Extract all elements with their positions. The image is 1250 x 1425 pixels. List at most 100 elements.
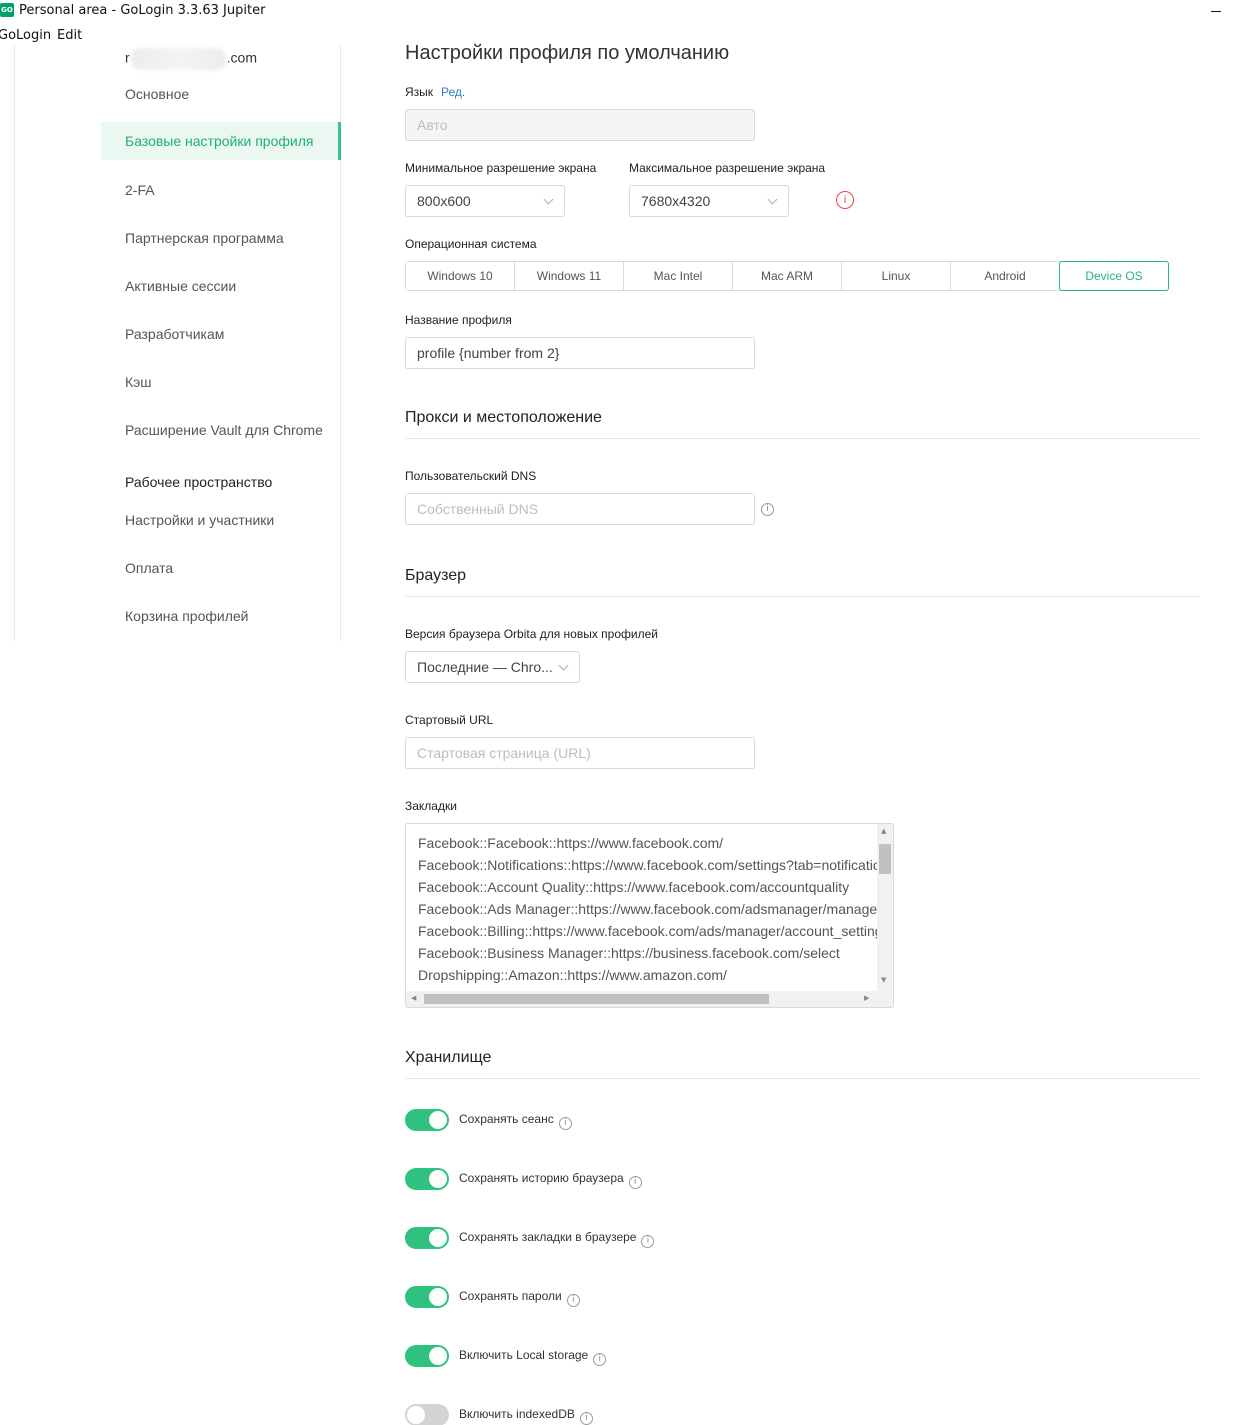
divider bbox=[405, 1078, 1200, 1079]
start-url-input[interactable] bbox=[405, 737, 755, 769]
profile-name-label: Название профиля bbox=[405, 313, 512, 327]
sidebar-item-base-profile-settings[interactable]: Базовые настройки профиля bbox=[101, 122, 341, 160]
email-end: .com bbox=[226, 49, 258, 66]
bookmark-line: Facebook::Account Quality::https://www.f… bbox=[418, 879, 850, 895]
bookmark-line: Facebook::Facebook::https://www.facebook… bbox=[418, 835, 724, 851]
bookmark-line: Dropshipping::Amazon::https://www.amazon… bbox=[418, 967, 727, 983]
scroll-right-icon[interactable]: ▶ bbox=[864, 994, 869, 1002]
chevron-down-icon bbox=[543, 194, 554, 205]
warning-info-icon[interactable]: i bbox=[836, 191, 854, 209]
os-label: Операционная система bbox=[405, 237, 537, 251]
save-session-toggle[interactable] bbox=[405, 1109, 449, 1131]
orbita-version-value: Последние — Chro... bbox=[417, 659, 553, 675]
window-title: Personal area - GoLogin 3.3.63 Jupiter bbox=[19, 3, 266, 18]
chevron-down-icon bbox=[558, 660, 569, 671]
indexeddb-toggle[interactable] bbox=[405, 1404, 449, 1425]
save-history-toggle[interactable] bbox=[405, 1168, 449, 1190]
info-icon[interactable]: i bbox=[593, 1353, 607, 1366]
page-title: Настройки профиля по умолчанию bbox=[405, 42, 730, 64]
os-option-mac-arm[interactable]: Mac ARM bbox=[732, 261, 842, 291]
vertical-scroll-thumb[interactable] bbox=[879, 844, 891, 874]
email-start: r bbox=[125, 49, 130, 66]
sidebar-item-affiliate[interactable]: Партнерская программа bbox=[101, 219, 341, 257]
sidebar-item-workspace-settings[interactable]: Настройки и участники bbox=[101, 501, 341, 539]
title-bar: GO Personal area - GoLogin 3.3.63 Jupite… bbox=[0, 0, 1250, 22]
toggle-label-text: Сохранять пароли bbox=[459, 1289, 562, 1303]
chevron-down-icon bbox=[767, 194, 778, 205]
bookmarks-label: Закладки bbox=[405, 799, 457, 813]
sidebar-item-cache[interactable]: Кэш bbox=[101, 363, 341, 401]
info-icon[interactable]: i bbox=[558, 1117, 572, 1130]
info-icon[interactable]: i bbox=[628, 1176, 642, 1189]
gologin-logo-icon: GO bbox=[0, 3, 14, 17]
os-option-windows-10[interactable]: Windows 10 bbox=[405, 261, 515, 291]
bookmark-line: Facebook::Billing::https://www.facebook.… bbox=[418, 923, 878, 939]
max-resolution-value: 7680x4320 bbox=[641, 193, 711, 209]
os-segmented-control: Windows 10 Windows 11 Mac Intel Mac ARM … bbox=[405, 261, 1169, 291]
save-bookmarks-toggle[interactable] bbox=[405, 1227, 449, 1249]
account-email: r .com bbox=[125, 48, 257, 70]
sidebar-item-billing[interactable]: Оплата bbox=[101, 549, 341, 587]
toggle-label: Включить Local storage i bbox=[459, 1348, 607, 1366]
os-option-mac-intel[interactable]: Mac Intel bbox=[623, 261, 733, 291]
language-label-row: Язык Ред. bbox=[405, 85, 465, 99]
profile-name-input[interactable] bbox=[405, 337, 755, 369]
language-label: Язык bbox=[405, 85, 434, 99]
toggle-label-text: Сохранять сеанс bbox=[459, 1112, 554, 1126]
toggle-label-text: Включить indexedDB bbox=[459, 1407, 575, 1421]
sidebar-item-2fa[interactable]: 2-FA bbox=[101, 171, 341, 209]
info-icon[interactable]: i bbox=[641, 1235, 655, 1248]
sidebar-item-developers[interactable]: Разработчикам bbox=[101, 315, 341, 353]
dns-label: Пользовательский DNS bbox=[405, 469, 537, 483]
sidebar-item-general[interactable]: Основное bbox=[101, 75, 341, 113]
orbita-version-label: Версия браузера Orbita для новых профиле… bbox=[405, 627, 658, 641]
language-edit-link[interactable]: Ред. bbox=[441, 85, 465, 99]
bookmark-line: Facebook::Business Manager::https://busi… bbox=[418, 945, 840, 961]
menu-gologin[interactable]: GoLogin bbox=[0, 28, 51, 43]
info-icon[interactable]: i bbox=[566, 1294, 580, 1307]
toggle-label: Включить indexedDB i bbox=[459, 1407, 593, 1425]
scroll-down-icon[interactable]: ▼ bbox=[881, 976, 886, 984]
email-redacted bbox=[130, 48, 226, 70]
sidebar-item-active-sessions[interactable]: Активные сессии bbox=[101, 267, 341, 305]
os-option-device-os[interactable]: Device OS bbox=[1059, 261, 1169, 291]
save-passwords-toggle[interactable] bbox=[405, 1286, 449, 1308]
min-resolution-value: 800x600 bbox=[417, 193, 471, 209]
divider bbox=[405, 438, 1200, 439]
toggle-label: Сохранять историю браузера i bbox=[459, 1171, 642, 1189]
vertical-scrollbar[interactable]: ▲ ▼ bbox=[877, 824, 893, 992]
dns-input[interactable] bbox=[405, 493, 755, 525]
bookmarks-textarea[interactable]: Facebook::Facebook::https://www.facebook… bbox=[405, 823, 894, 1008]
min-resolution-select[interactable]: 800x600 bbox=[405, 185, 565, 217]
horizontal-scrollbar[interactable]: ◀ ▶ bbox=[406, 991, 893, 1007]
bookmarks-content[interactable]: Facebook::Facebook::https://www.facebook… bbox=[418, 832, 878, 994]
os-option-linux[interactable]: Linux bbox=[841, 261, 951, 291]
sidebar: r .com Основное Базовые настройки профиля… bbox=[14, 46, 341, 641]
horizontal-scroll-thumb[interactable] bbox=[424, 994, 769, 1004]
sidebar-item-profile-trash[interactable]: Корзина профилей bbox=[101, 597, 341, 635]
proxy-section-title: Прокси и местоположение bbox=[405, 409, 602, 426]
minimize-icon[interactable] bbox=[1209, 0, 1223, 22]
info-icon[interactable]: i bbox=[579, 1412, 593, 1425]
toggle-label-text: Сохранять закладки в браузере bbox=[459, 1230, 637, 1244]
os-option-android[interactable]: Android bbox=[950, 261, 1060, 291]
sidebar-section-workspace: Рабочее пространство bbox=[125, 474, 273, 490]
os-option-windows-11[interactable]: Windows 11 bbox=[514, 261, 624, 291]
bookmark-line: Facebook::Ads Manager::https://www.faceb… bbox=[418, 901, 878, 917]
toggle-label: Сохранять закладки в браузере i bbox=[459, 1230, 655, 1248]
info-icon[interactable]: i bbox=[761, 503, 774, 516]
scroll-up-icon[interactable]: ▲ bbox=[881, 827, 886, 835]
bookmark-line: Facebook::Notifications::https://www.fac… bbox=[418, 857, 878, 873]
browser-section-title: Браузер bbox=[405, 567, 467, 584]
menu-edit[interactable]: Edit bbox=[57, 28, 82, 43]
storage-section-title: Хранилище bbox=[405, 1049, 492, 1066]
max-resolution-label: Максимальное разрешение экрана bbox=[629, 161, 826, 175]
toggle-label-text: Сохранять историю браузера bbox=[459, 1171, 624, 1185]
language-field bbox=[405, 109, 755, 141]
toggle-label-text: Включить Local storage bbox=[459, 1348, 589, 1362]
sidebar-item-vault-extension[interactable]: Расширение Vault для Chrome bbox=[101, 411, 341, 449]
local-storage-toggle[interactable] bbox=[405, 1345, 449, 1367]
orbita-version-select[interactable]: Последние — Chro... bbox=[405, 651, 580, 683]
scroll-left-icon[interactable]: ◀ bbox=[411, 994, 416, 1002]
max-resolution-select[interactable]: 7680x4320 bbox=[629, 185, 789, 217]
